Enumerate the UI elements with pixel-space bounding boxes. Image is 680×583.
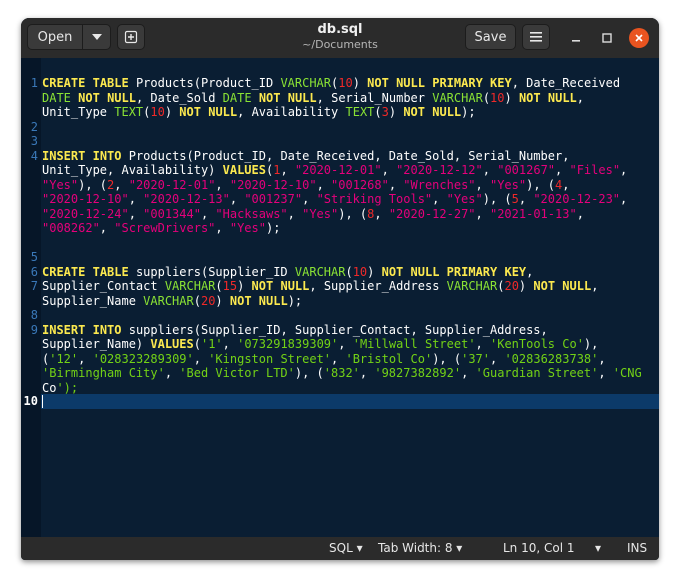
editor-window: Open db.sql ~/Documents Save 1 2 3 4 5 6… (21, 18, 659, 560)
code-line: CREATE TABLE Products(Product_ID VARCHAR… (42, 76, 621, 90)
open-dropdown-button[interactable] (82, 24, 111, 50)
tab-width-label: Tab Width: 8 (378, 541, 453, 555)
code-line: Co'); (42, 380, 79, 395)
open-button[interactable]: Open (27, 24, 83, 50)
position-dropdown-icon[interactable]: ▾ (595, 541, 601, 555)
cursor-position-label: Ln 10, Col 1 (503, 541, 575, 555)
window-subtitle: ~/Documents (302, 38, 378, 51)
maximize-button[interactable] (597, 28, 617, 48)
hamburger-menu-icon (530, 32, 542, 42)
code-line: "2020-12-24", "001344", "Hacksaws", "Yes… (42, 206, 584, 221)
tab-width-selector[interactable]: Tab Width: 8 ▾ (378, 541, 462, 555)
maximize-icon (602, 33, 612, 43)
code-line: "Yes"), (2, "2020-12-01", "2020-12-10", … (42, 177, 570, 192)
current-line-number: 10 (23, 394, 38, 408)
current-line-highlight (41, 394, 659, 409)
cursor-position[interactable]: Ln 10, Col 1 (503, 541, 575, 555)
header-bar: Open db.sql ~/Documents Save (21, 18, 659, 58)
code-line: Unit_Type, Availability) VALUES(1, "2020… (42, 163, 628, 177)
line-number: 4 (30, 148, 38, 163)
window-title: db.sql (317, 22, 363, 37)
chevron-down-icon (91, 34, 102, 40)
close-button[interactable] (629, 28, 649, 48)
line-number: 8 (30, 308, 38, 322)
insert-mode-indicator[interactable]: INS (627, 541, 647, 555)
code-line: Supplier_Name VARCHAR(20) NOT NULL); (42, 293, 303, 308)
code-line: "008262", "ScrewDrivers", "Yes"); (42, 221, 281, 235)
line-number: 7 (30, 279, 38, 293)
line-number: 9 (30, 322, 38, 337)
save-button[interactable]: Save (465, 24, 516, 50)
close-icon (635, 34, 643, 42)
line-number: 6 (30, 264, 38, 279)
line-number: 2 (30, 119, 38, 134)
code-line: Unit_Type TEXT(10) NOT NULL, Availabilit… (42, 105, 476, 119)
language-label: SQL (329, 541, 353, 555)
code-line: "2020-12-10", "2020-12-13", "001237", "S… (42, 192, 628, 206)
code-line: ('12', '028323289309', 'Kingston Street'… (42, 351, 606, 366)
text-cursor (42, 394, 43, 408)
code-line: Supplier_Name) VALUES('1', '073291839309… (42, 337, 599, 351)
line-number: 3 (30, 134, 38, 148)
new-document-icon (124, 30, 138, 44)
menu-button[interactable] (522, 24, 550, 50)
line-number-gutter: 1 2 3 4 5 6 7 8 9 10 (21, 58, 41, 537)
code-editor[interactable]: 1 2 3 4 5 6 7 8 9 10 CREATE TABLE Produc… (21, 58, 659, 537)
title-area: db.sql ~/Documents (221, 22, 459, 52)
code-line: INSERT INTO Products(Product_ID, Date_Re… (42, 148, 570, 163)
status-bar: SQL ▾ Tab Width: 8 ▾ Ln 10, Col 1 ▾ INS (21, 537, 659, 560)
code-line: Supplier_Contact VARCHAR(15) NOT NULL, S… (42, 279, 599, 293)
code-line: 'Birmingham City', 'Bed Victor LTD'), ('… (42, 366, 642, 380)
code-line: CREATE TABLE suppliers(Supplier_ID VARCH… (42, 264, 534, 279)
language-selector[interactable]: SQL ▾ (329, 541, 363, 555)
code-line: DATE NOT NULL, Date_Sold DATE NOT NULL, … (42, 90, 585, 105)
line-number: 1 (30, 76, 38, 90)
line-number: 5 (30, 250, 38, 264)
minimize-icon (572, 40, 580, 42)
minimize-button[interactable] (566, 28, 586, 48)
new-tab-button[interactable] (117, 24, 145, 50)
code-line: INSERT INTO suppliers(Supplier_ID, Suppl… (42, 322, 548, 337)
